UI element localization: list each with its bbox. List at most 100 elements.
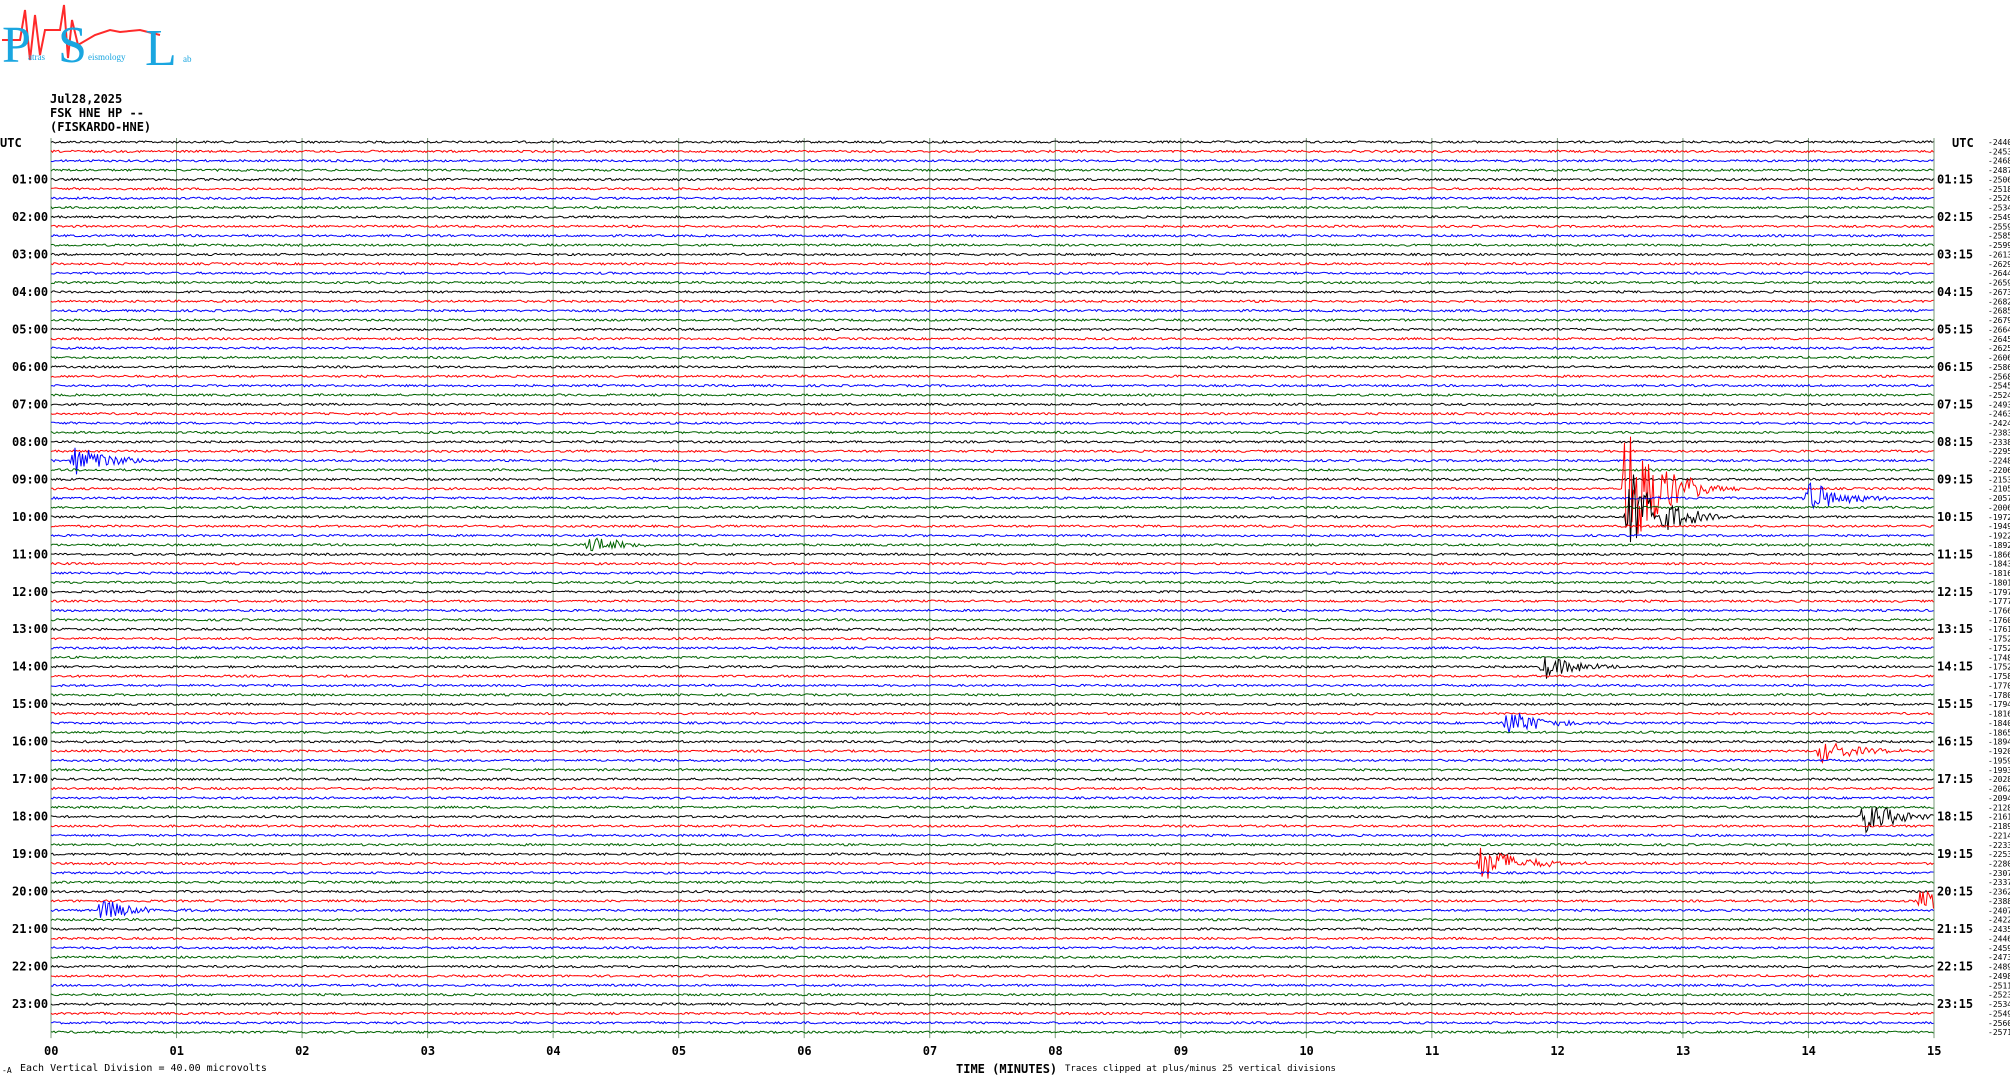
trace-offset-label: -1922 bbox=[1988, 532, 2010, 541]
trace-row-71 bbox=[50, 805, 1934, 810]
trace-row-93 bbox=[50, 1011, 1934, 1016]
hour-label-right: 05:15 bbox=[1937, 322, 1973, 336]
hour-label-left: 19:00 bbox=[12, 847, 48, 861]
trace-row-33 bbox=[50, 449, 1934, 454]
x-tick-label: 13 bbox=[1676, 1044, 1690, 1058]
trace-offset-label: -1972 bbox=[1988, 513, 2010, 522]
trace-row-15 bbox=[50, 280, 1934, 285]
trace-offset-label: -2549 bbox=[1988, 213, 2010, 222]
trace-row-77 bbox=[50, 847, 1934, 879]
trace-row-80 bbox=[50, 889, 1934, 894]
x-tick-label: 09 bbox=[1174, 1044, 1188, 1058]
hour-label-right: 06:15 bbox=[1937, 360, 1973, 374]
trace-offset-label: -1894 bbox=[1988, 738, 2010, 747]
trace-row-95 bbox=[50, 1030, 1934, 1035]
trace-offset-label: -2307 bbox=[1988, 869, 2010, 878]
trace-offset-label: -2534 bbox=[1988, 204, 2010, 213]
trace-offset-label: -2489 bbox=[1988, 963, 2010, 972]
trace-row-53 bbox=[50, 636, 1934, 641]
trace-offset-label: -2511 bbox=[1988, 981, 2010, 990]
trace-offset-label: -2094 bbox=[1988, 794, 2010, 803]
trace-offset-label: -1993 bbox=[1988, 766, 2010, 775]
trace-row-67 bbox=[50, 767, 1934, 772]
trace-offset-label: -2534 bbox=[1988, 1000, 2010, 1009]
hour-label-right: 13:15 bbox=[1937, 622, 1973, 636]
trace-offset-label: -1865 bbox=[1988, 728, 2010, 737]
trace-row-5 bbox=[50, 186, 1934, 191]
hour-label-right: 10:15 bbox=[1937, 510, 1973, 524]
trace-offset-label: -1748 bbox=[1988, 653, 2010, 662]
trace-offset-label: -2498 bbox=[1988, 972, 2010, 981]
trace-row-17 bbox=[50, 299, 1934, 304]
hour-label-right: 09:15 bbox=[1937, 472, 1973, 486]
hour-label-right: 18:15 bbox=[1937, 810, 1973, 824]
trace-row-62 bbox=[50, 713, 1934, 733]
trace-offset-label: -1777 bbox=[1988, 597, 2010, 606]
trace-offset-label: -2383 bbox=[1988, 428, 2010, 437]
trace-offset-label: -2407 bbox=[1988, 906, 2010, 915]
trace-offset-label: -2571 bbox=[1988, 1028, 2010, 1037]
trace-offset-labels: -2440-2453-2468-2487-2506-2518-2526-2534… bbox=[1988, 138, 2010, 1037]
trace-row-58 bbox=[50, 683, 1934, 688]
trace-row-10 bbox=[50, 233, 1934, 238]
hour-label-left: 03:00 bbox=[12, 247, 48, 261]
trace-offset-label: -2463 bbox=[1988, 410, 2010, 419]
trace-offset-label: -2214 bbox=[1988, 831, 2010, 840]
trace-offset-label: -1816 bbox=[1988, 710, 2010, 719]
trace-offset-label: -2613 bbox=[1988, 250, 2010, 259]
trace-offset-label: -1758 bbox=[1988, 672, 2010, 681]
hour-label-left: 16:00 bbox=[12, 735, 48, 749]
x-tick-labels: 00 01 02 03 04 05 06 07 08 09 10 11 12 13 14 15 bbox=[44, 1044, 1941, 1058]
right-axis-title: UTC bbox=[1952, 136, 1974, 150]
trace-row-78 bbox=[50, 870, 1934, 875]
hour-label-left: 06:00 bbox=[12, 360, 48, 374]
trace-row-18 bbox=[50, 308, 1934, 313]
hour-label-right: 20:15 bbox=[1937, 885, 1973, 899]
trace-row-52 bbox=[50, 627, 1934, 632]
trace-offset-label: -2453 bbox=[1988, 147, 2010, 156]
trace-row-4 bbox=[50, 177, 1934, 182]
trace-offset-label: -2338 bbox=[1988, 438, 2010, 447]
x-tick-label: 08 bbox=[1048, 1044, 1062, 1058]
trace-row-92 bbox=[50, 1002, 1934, 1006]
trace-offset-label: -2161 bbox=[1988, 813, 2010, 822]
trace-row-94 bbox=[50, 1020, 1934, 1025]
x-tick-label: 07 bbox=[923, 1044, 937, 1058]
trace-row-41 bbox=[50, 524, 1934, 529]
trace-offset-label: -1892 bbox=[1988, 541, 2010, 550]
trace-offset-label: -2679 bbox=[1988, 316, 2010, 325]
trace-offset-label: -2526 bbox=[1988, 194, 2010, 203]
trace-row-22 bbox=[50, 346, 1934, 351]
trace-offset-label: -2685 bbox=[1988, 307, 2010, 316]
seismic-traces bbox=[50, 140, 1934, 1035]
trace-offset-label: -2523 bbox=[1988, 991, 2010, 1000]
trace-offset-label: -2568 bbox=[1988, 372, 2010, 381]
trace-row-61 bbox=[50, 711, 1934, 716]
trace-row-9 bbox=[50, 224, 1934, 229]
trace-row-76 bbox=[50, 852, 1934, 857]
hour-label-left: 09:00 bbox=[12, 472, 48, 486]
trace-row-32 bbox=[50, 439, 1934, 444]
hour-label-right: 22:15 bbox=[1937, 960, 1973, 974]
hour-label-right: 19:15 bbox=[1937, 847, 1973, 861]
division-note: Each Vertical Division = 40.00 microvolt… bbox=[20, 1063, 267, 1074]
trace-row-55 bbox=[50, 655, 1934, 660]
trace-offset-label: -2028 bbox=[1988, 775, 2010, 784]
trace-offset-label: -2206 bbox=[1988, 466, 2010, 475]
hour-label-left: 18:00 bbox=[12, 810, 48, 824]
hour-label-right: 07:15 bbox=[1937, 397, 1973, 411]
hour-label-left: 14:00 bbox=[12, 660, 48, 674]
trace-offset-label: -2659 bbox=[1988, 279, 2010, 288]
trace-offset-label: -2189 bbox=[1988, 822, 2010, 831]
trace-row-40 bbox=[50, 474, 1934, 543]
trace-offset-label: -2280 bbox=[1988, 859, 2010, 868]
trace-offset-label: -2606 bbox=[1988, 354, 2010, 363]
clip-note: Traces clipped at plus/minus 25 vertical… bbox=[1065, 1064, 1336, 1074]
trace-row-13 bbox=[50, 261, 1934, 266]
trace-offset-label: -2549 bbox=[1988, 1009, 2010, 1018]
hour-labels-left: 01:00 02:00 03:00 04:00 05:00 06:00 07:00 08:00… bbox=[12, 172, 48, 1011]
trace-offset-label: -2388 bbox=[1988, 897, 2010, 906]
x-tick-label: 03 bbox=[421, 1044, 435, 1058]
trace-offset-label: -1752 bbox=[1988, 663, 2010, 672]
trace-row-26 bbox=[50, 383, 1934, 388]
